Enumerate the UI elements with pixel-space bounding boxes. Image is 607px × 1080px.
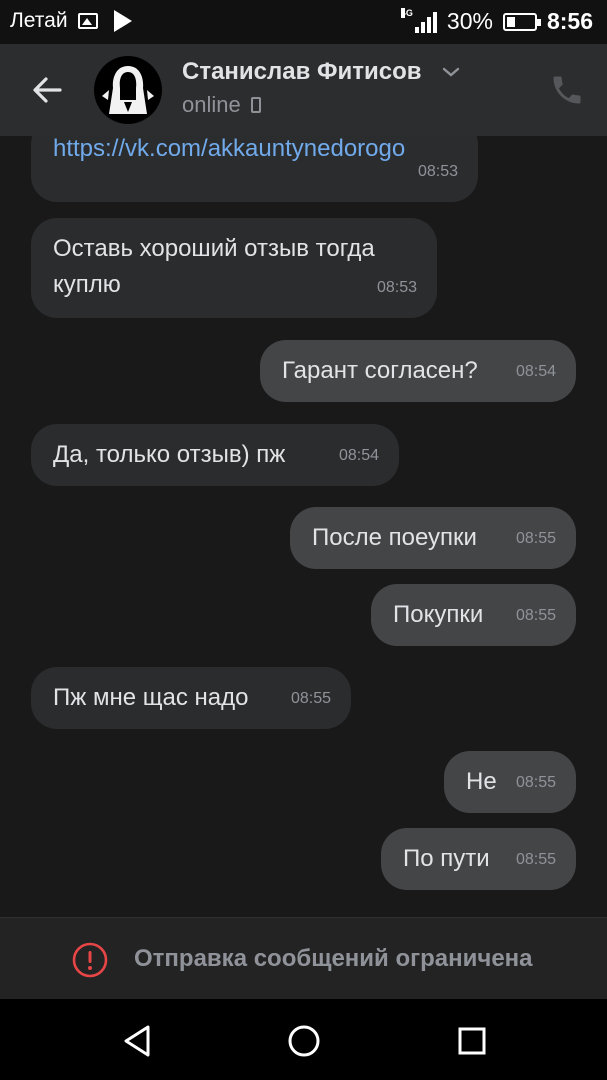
back-arrow-icon	[33, 77, 62, 103]
carrier-name: Летай	[10, 9, 68, 32]
message-time: 08:54	[338, 447, 379, 464]
nav-recents-button[interactable]	[452, 1021, 492, 1061]
nav-back-button[interactable]	[118, 1021, 158, 1061]
message-bubble-outgoing[interactable]: После поеупки 08:55	[290, 507, 576, 569]
contact-status: online	[182, 92, 261, 118]
message-time: 08:53	[376, 279, 417, 296]
signal-icon: 4G	[400, 7, 437, 33]
message-text: По пути	[403, 845, 490, 872]
back-triangle-icon	[124, 1025, 150, 1057]
message-time: 08:55	[515, 607, 556, 624]
message-time: 08:55	[515, 851, 556, 868]
message-list[interactable]: https://vk.com/akkauntynedorogo 08:53 Ос…	[0, 136, 607, 916]
chevron-down-icon[interactable]	[442, 66, 460, 78]
message-bubble-incoming[interactable]: Да, только отзыв) пж 08:54	[31, 424, 399, 486]
network-type: 4G	[400, 7, 413, 18]
message-bubble-incoming[interactable]: https://vk.com/akkauntynedorogo 08:53	[31, 136, 478, 202]
battery-icon	[502, 12, 541, 31]
hooded-figure-avatar-image	[102, 66, 154, 114]
home-circle-icon	[288, 1025, 320, 1057]
message-bubble-outgoing[interactable]: Покупки 08:55	[371, 584, 576, 646]
mobile-phone-icon	[250, 97, 261, 113]
message-text: Пж мне щас надо	[53, 684, 249, 711]
messaging-restricted-bar: Отправка сообщений ограничена	[0, 917, 607, 1000]
clock: 8:56	[546, 8, 593, 34]
nav-home-button[interactable]	[284, 1021, 324, 1061]
exclamation-circle-icon	[72, 942, 108, 978]
call-button[interactable]	[549, 72, 585, 108]
status-bar: Летай 4G 30% 8:56	[0, 0, 607, 44]
online-label: online	[182, 92, 241, 117]
message-text: Не	[466, 768, 497, 795]
contact-name[interactable]: Станислав Фитисов	[182, 58, 422, 86]
play-store-icon	[113, 10, 132, 32]
message-bubble-incoming[interactable]: Оставь хороший отзыв тогда куплю 08:53	[31, 218, 437, 318]
system-nav-bar	[0, 999, 607, 1080]
message-time: 08:55	[515, 530, 556, 547]
message-time: 08:55	[515, 774, 556, 791]
message-text: Да, только отзыв) пж	[53, 441, 286, 468]
photo-icon	[77, 13, 98, 29]
message-bubble-outgoing[interactable]: Не 08:55	[444, 751, 576, 813]
call-icon	[553, 76, 581, 104]
message-bubble-outgoing[interactable]: Гарант согласен? 08:54	[260, 340, 576, 402]
back-button[interactable]	[28, 70, 68, 110]
recents-square-icon	[458, 1027, 486, 1055]
battery-percent: 30%	[446, 8, 493, 34]
message-time: 08:53	[417, 163, 458, 180]
restriction-text: Отправка сообщений ограничена	[134, 945, 533, 972]
avatar[interactable]	[94, 56, 162, 124]
chat-header: Станислав Фитисов online	[0, 44, 607, 136]
message-text: Покупки	[393, 601, 484, 628]
message-bubble-incoming[interactable]: Пж мне щас надо 08:55	[31, 667, 351, 729]
message-text: Оставь хороший отзыв тогда куплю	[53, 235, 375, 298]
message-bubble-outgoing[interactable]: По пути 08:55	[381, 828, 576, 890]
message-text: После поеупки	[312, 524, 477, 551]
message-time: 08:54	[515, 363, 556, 380]
message-text: Гарант согласен?	[282, 357, 478, 384]
message-time: 08:55	[290, 690, 331, 707]
message-link[interactable]: https://vk.com/akkauntynedorogo	[53, 136, 405, 162]
